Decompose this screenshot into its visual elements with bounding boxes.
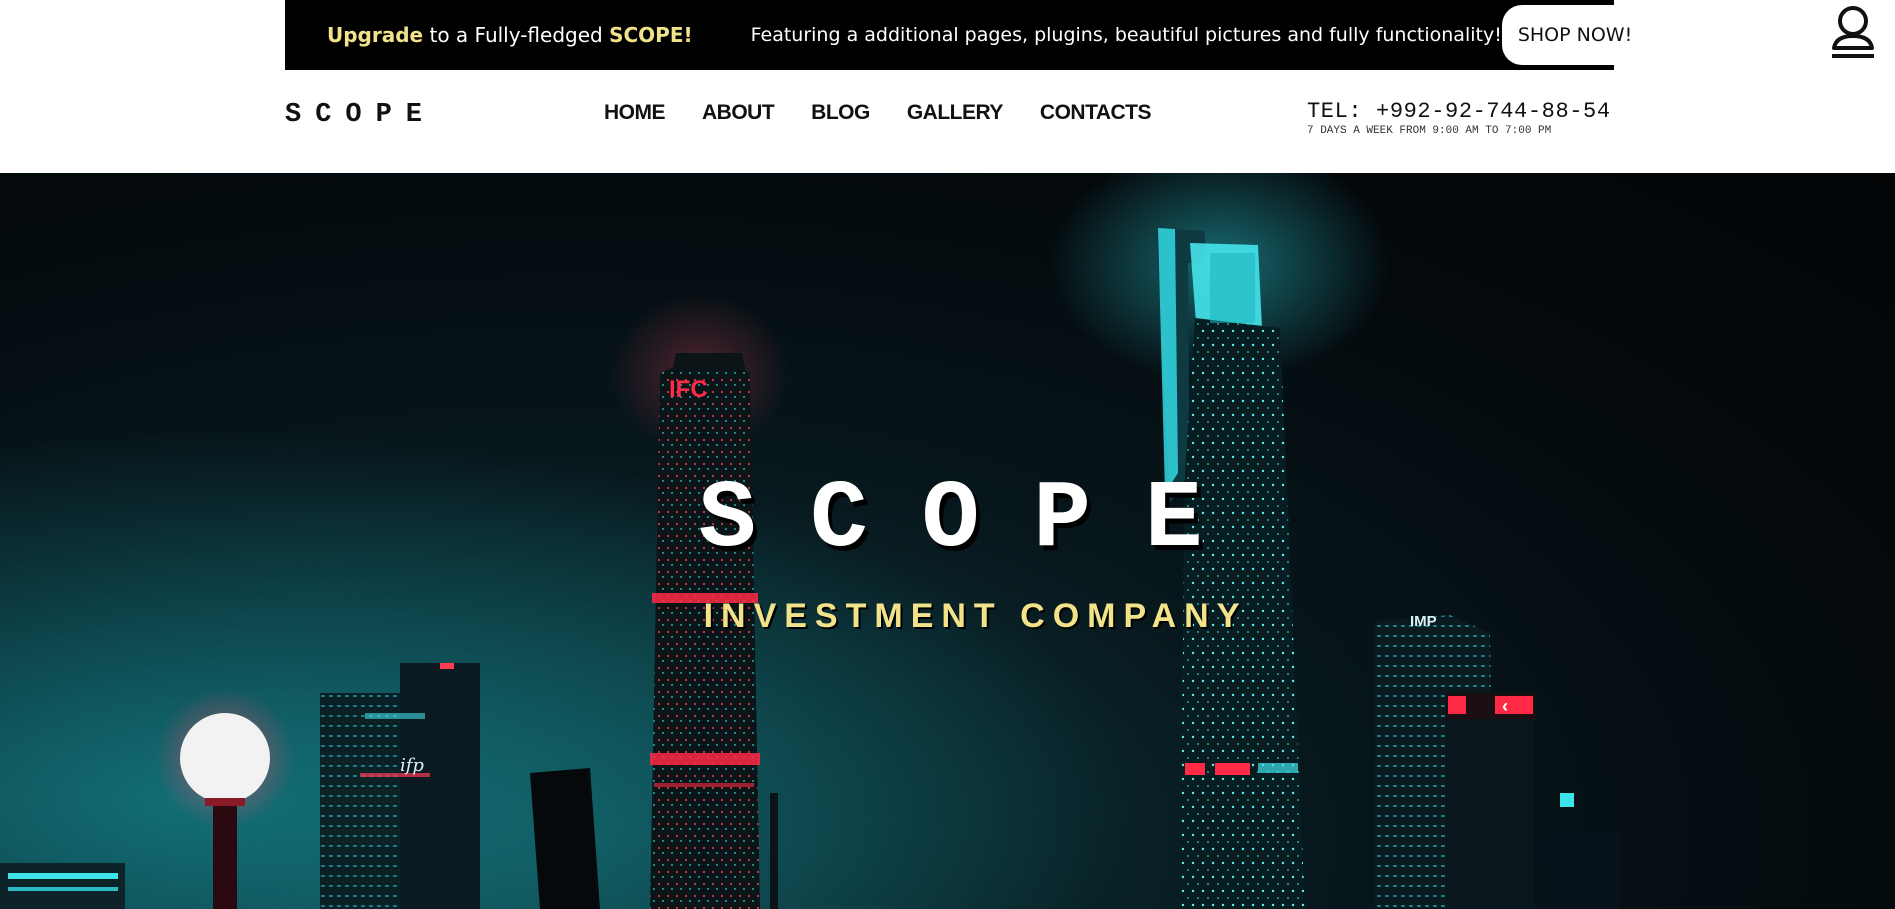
- nav-about[interactable]: ABOUT: [702, 101, 775, 125]
- promo-banner: Upgrade to a Fully-fledged SCOPE! Featur…: [285, 0, 1649, 70]
- hero-section: ifp IFC IMP ‹ SCOPE INVESTMENT COMPANY: [0, 173, 1895, 909]
- nav-home[interactable]: HOME: [604, 101, 666, 125]
- nav-contacts[interactable]: CONTACTS: [1040, 101, 1152, 125]
- svg-text:‹: ‹: [1502, 696, 1508, 716]
- opening-hours: 7 DAYS A WEEK FROM 9:00 AM TO 7:00 PM: [1307, 125, 1552, 137]
- hero-title: SCOPE: [698, 465, 1257, 574]
- ifc-sign: IFC: [669, 376, 708, 403]
- nav-blog[interactable]: BLOG: [811, 101, 870, 125]
- site-logo[interactable]: SCOPE: [285, 100, 436, 130]
- promo-upgrade-word: Upgrade: [327, 23, 424, 47]
- user-account-icon[interactable]: [1830, 4, 1876, 60]
- contact-info: TEL: +992-92-744-88-54 7 DAYS A WEEK FRO…: [1307, 99, 1614, 137]
- shop-now-button[interactable]: SHOP NOW!: [1501, 5, 1649, 65]
- hero-subtitle: INVESTMENT COMPANY: [703, 597, 1248, 635]
- phone-number[interactable]: TEL: +992-92-744-88-54: [1307, 99, 1614, 124]
- main-nav: HOME ABOUT BLOG GALLERY CONTACTS: [604, 101, 1152, 125]
- promo-upgrade-text: Upgrade to a Fully-fledged SCOPE!: [327, 23, 693, 47]
- promo-brand-word: SCOPE!: [609, 23, 693, 47]
- promo-features-text: Featuring a additional pages, plugins, b…: [750, 24, 1502, 46]
- promo-middle-text: to a Fully-fledged: [423, 23, 610, 47]
- ifp-sign: ifp: [400, 755, 424, 776]
- nav-gallery[interactable]: GALLERY: [907, 101, 1004, 125]
